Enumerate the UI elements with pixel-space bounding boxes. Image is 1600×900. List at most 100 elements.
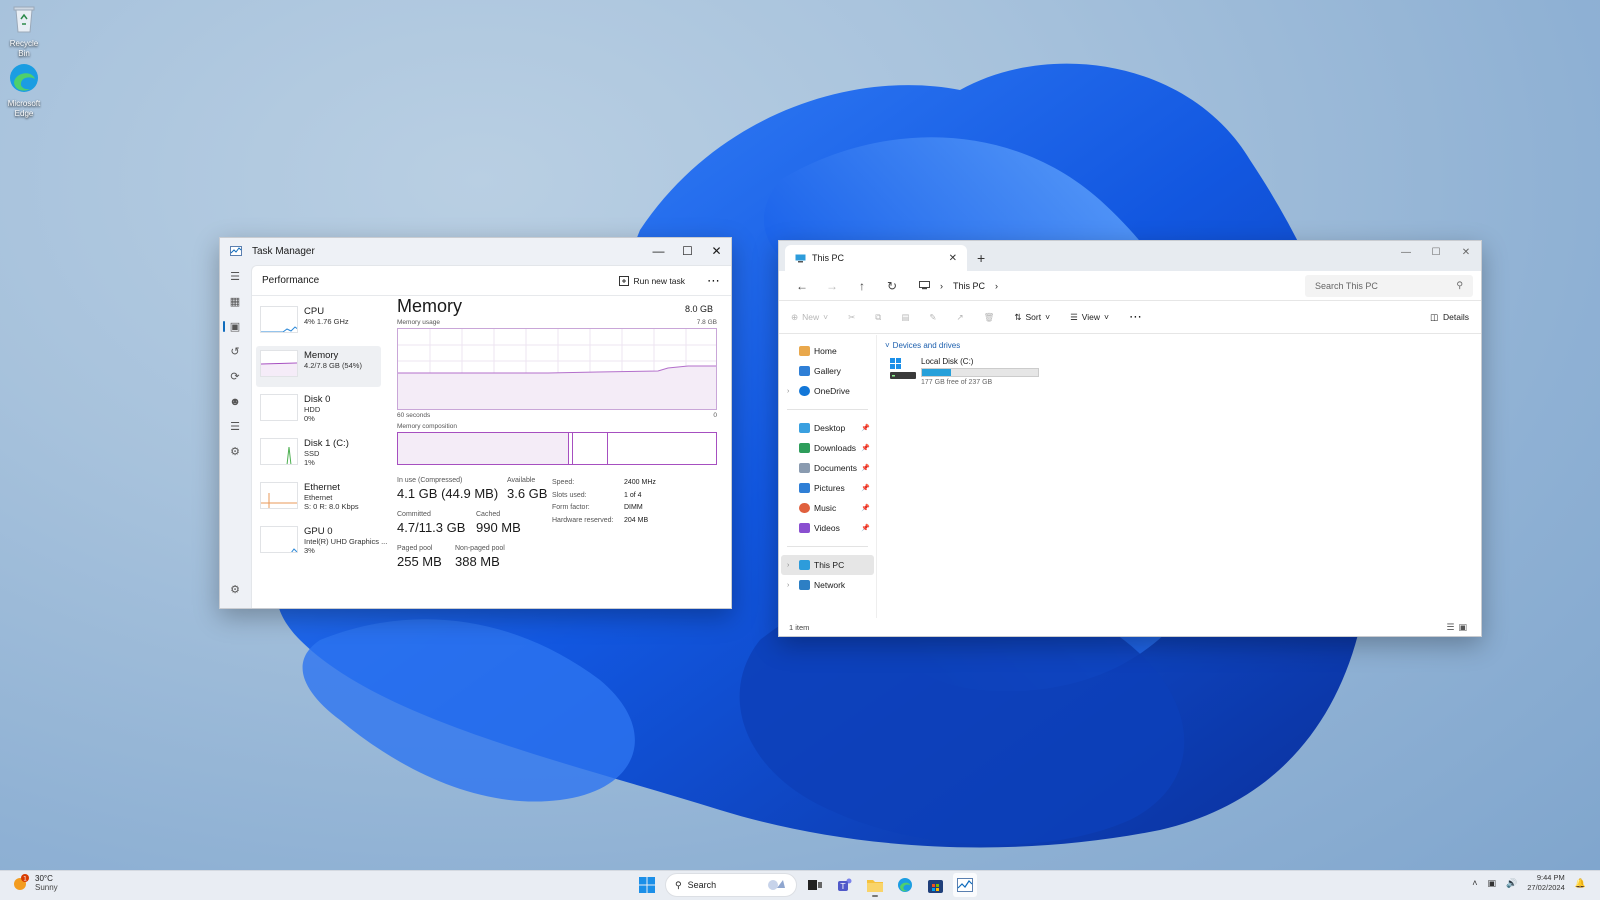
title-bar[interactable]: Task Manager — ☐ ✕ [220,238,731,264]
nav-item-gallery[interactable]: Gallery [779,361,876,381]
teams-button[interactable]: T [833,873,857,897]
group-header-devices[interactable]: ˅ Devices and drives [885,341,1481,350]
clock[interactable]: 9:44 PM 27/02/2024 [1527,873,1565,893]
weather-badge: 1 [23,876,27,883]
memory-usage-graph [397,328,717,410]
hamburger-menu-icon[interactable]: ☰ [220,264,250,289]
start-button[interactable] [635,873,659,897]
nav-item-videos[interactable]: Videos 📌 [779,518,876,538]
chevron-right-icon[interactable]: › [787,388,789,395]
address-bar[interactable]: › This PC › [915,275,1305,297]
resource-item-cpu[interactable]: CPU 4% 1.76 GHz [256,302,381,343]
nav-item-downloads[interactable]: Downloads 📌 [779,438,876,458]
details-pane-button[interactable]: ◫ Details [1430,312,1469,323]
desktop-icon-recycle-bin[interactable]: Recycle Bin [4,4,44,59]
nav-rail: ☰ ▦ ▣ ↺ ⟳ ☻ ☰ ⚙ ⚙ [220,264,250,608]
run-new-task-button[interactable]: Run new task [618,275,685,286]
more-options-icon[interactable]: ⋯ [707,273,721,289]
tab-this-pc[interactable]: This PC ✕ [785,245,967,271]
svg-text:T: T [840,882,846,891]
nav-item-documents[interactable]: Documents 📌 [779,458,876,478]
processes-icon[interactable]: ▦ [220,289,250,314]
store-icon [927,879,943,893]
stat-label: Non-paged pool [455,545,505,552]
nav-item-onedrive[interactable]: › OneDrive [779,381,876,401]
cut-icon[interactable]: ✂ [848,312,855,323]
nav-item-network[interactable]: › Network [779,575,876,595]
details-icon[interactable]: ☰ [220,414,250,439]
close-button[interactable]: ✕ [702,238,731,264]
memory-composition-label: Memory composition [397,423,457,430]
nav-item-desktop[interactable]: Desktop 📌 [779,418,876,438]
share-icon[interactable]: ↗ [956,312,963,323]
see-more-icon[interactable]: ⋯ [1129,309,1142,325]
maximize-button[interactable]: ☐ [673,238,702,264]
memory-usage-max: 7.8 GB [696,319,717,326]
chevron-right-icon[interactable]: › [995,281,998,291]
app-history-icon[interactable]: ↺ [220,339,250,364]
nav-item-pictures[interactable]: Pictures 📌 [779,478,876,498]
notification-bell-icon[interactable]: 🔔 [1575,878,1586,889]
run-task-icon [618,275,629,286]
show-hidden-icons-chevron-icon[interactable]: ˄ [1472,878,1477,888]
drive-item-c[interactable]: Local Disk (C:) 177 GB free of 237 GB [889,357,1039,386]
resource-item-disk1[interactable]: Disk 1 (C:) SSD 1% [256,434,381,475]
edge-button[interactable] [893,873,917,897]
rename-icon[interactable]: ✎ [929,312,936,323]
paste-icon[interactable]: ▤ [901,312,909,323]
nav-item-this-pc[interactable]: › This PC [781,555,874,575]
monitor-icon [795,254,806,262]
task-view-button[interactable] [803,873,827,897]
search-input[interactable]: Search This PC ⚲ [1305,274,1473,297]
delete-icon[interactable]: 🗑 [984,312,995,323]
chevron-right-icon[interactable]: › [787,582,789,589]
nav-item-home[interactable]: Home [779,341,876,361]
minimize-button[interactable]: — [1391,241,1421,263]
nav-label: Videos [814,523,840,533]
onedrive-cloud-icon [799,386,810,396]
chevron-right-icon[interactable]: › [787,562,789,569]
back-arrow-icon[interactable]: ← [787,279,817,293]
pin-icon: 📌 [861,445,870,452]
users-icon[interactable]: ☻ [220,389,250,414]
sort-button[interactable]: ⇅ Sort ˅ [1014,312,1050,323]
view-button[interactable]: ☰ View ˅ [1070,312,1109,323]
resource-item-memory[interactable]: Memory 4.2/7.8 GB (54%) [256,346,381,387]
desktop-icon-edge[interactable]: Microsoft Edge [4,62,44,119]
resource-item-disk0[interactable]: Disk 0 HDD 0% [256,390,381,431]
weather-widget[interactable]: 1 30°C Sunny [12,874,58,892]
settings-gear-icon[interactable]: ⚙ [220,577,250,602]
edge-icon [10,64,38,92]
tiles-view-icon[interactable]: ▣ [1458,622,1471,632]
maximize-button[interactable]: ☐ [1421,241,1451,263]
forward-arrow-icon[interactable]: → [817,279,847,293]
close-tab-icon[interactable]: ✕ [949,253,957,264]
resource-item-gpu0[interactable]: GPU 0 Intel(R) UHD Graphics ... 3% [256,522,387,563]
breadcrumb-this-pc[interactable]: This PC [953,281,985,291]
services-icon[interactable]: ⚙ [220,439,250,464]
file-explorer-button[interactable] [863,873,887,897]
nav-item-music[interactable]: Music 📌 [779,498,876,518]
memory-detail-pane: Memory 8.0 GB Memory usage 7.8 GB 60 sec… [397,296,717,577]
network-status-icon[interactable]: ▣ [1488,878,1497,889]
up-arrow-icon[interactable]: ↑ [847,279,877,293]
new-button[interactable]: ⊕ New ˅ [791,312,828,323]
refresh-icon[interactable]: ↻ [877,279,907,293]
gallery-icon [799,366,810,376]
minimize-button[interactable]: — [644,238,673,264]
navigation-pane: Home Gallery › OneDrive Desktop 📌 Download… [779,335,877,618]
startup-apps-icon[interactable]: ⟳ [220,364,250,389]
performance-icon[interactable]: ▣ [220,314,250,339]
volume-icon[interactable]: 🔊 [1506,878,1517,889]
copy-icon[interactable]: ⧉ [875,312,881,323]
taskbar-search[interactable]: ⚲ Search [665,873,797,897]
store-button[interactable] [923,873,947,897]
resource-name: Disk 1 (C:) [304,438,349,449]
chevron-down-icon: ˅ [1103,312,1109,322]
resource-item-ethernet[interactable]: Ethernet Ethernet S: 0 R: 8.0 Kbps [256,478,381,519]
close-button[interactable]: ✕ [1451,241,1481,263]
network-icon [799,580,810,590]
details-view-icon[interactable]: ☰ [1446,622,1458,632]
new-tab-button[interactable]: + [977,245,985,271]
task-manager-taskbar-button[interactable] [953,873,977,897]
